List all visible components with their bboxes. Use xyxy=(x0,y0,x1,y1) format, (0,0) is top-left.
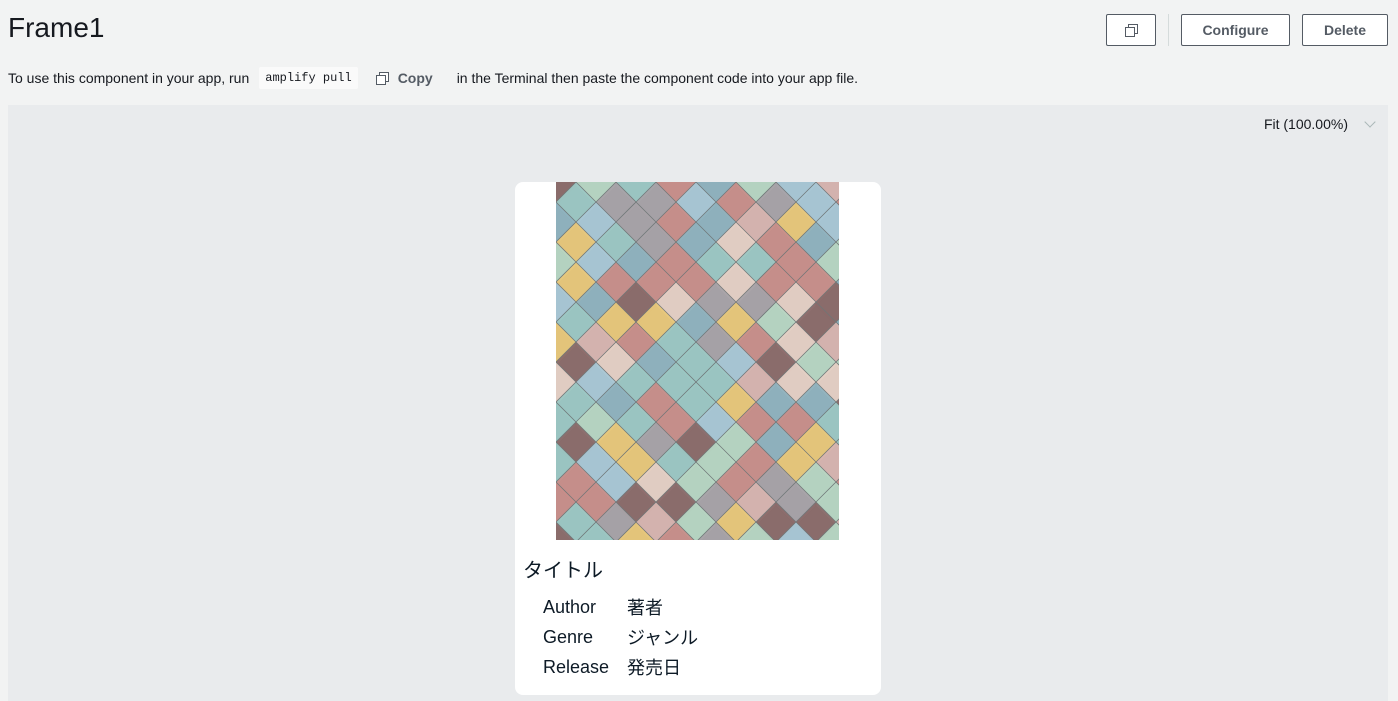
actions-divider xyxy=(1168,14,1169,46)
card-title: タイトル xyxy=(523,558,603,582)
release-label: Release xyxy=(543,656,610,677)
chevron-down-icon xyxy=(1364,115,1376,128)
meta-row-genre: Genre ジャンル xyxy=(543,622,698,652)
tile-pattern-image xyxy=(556,182,839,540)
duplicate-button[interactable] xyxy=(1106,14,1156,46)
component-card: タイトル Author 著者 Genre ジャンル Release 発売日 xyxy=(515,182,881,695)
genre-label: Genre xyxy=(543,626,594,647)
release-value: 発売日 xyxy=(627,658,681,679)
usage-hint: To use this component in your app, run a… xyxy=(8,66,858,90)
hint-text-before: To use this component in your app, run xyxy=(8,70,250,86)
zoom-label: Fit (100.00%) xyxy=(1263,116,1348,132)
configure-button[interactable]: Configure xyxy=(1181,14,1290,46)
delete-button[interactable]: Delete xyxy=(1302,14,1388,46)
duplicate-icon xyxy=(1125,24,1138,37)
header-actions: Configure Delete xyxy=(1106,14,1388,46)
card-image xyxy=(556,182,839,540)
header: Frame1 Configure Delete xyxy=(0,0,1398,60)
meta-row-release: Release 発売日 xyxy=(543,652,698,682)
author-value: 著者 xyxy=(627,598,663,619)
command-code: amplify pull xyxy=(259,67,358,89)
hint-text-after: in the Terminal then paste the component… xyxy=(456,70,859,86)
zoom-select[interactable]: Fit (100.00%) xyxy=(1263,115,1376,132)
copy-icon xyxy=(375,72,389,85)
page-title: Frame1 xyxy=(8,12,105,43)
copy-label: Copy xyxy=(397,70,433,86)
genre-value: ジャンル xyxy=(627,628,699,649)
author-label: Author xyxy=(543,596,597,617)
meta-row-author: Author 著者 xyxy=(543,592,698,622)
card-meta: Author 著者 Genre ジャンル Release 発売日 xyxy=(543,592,698,682)
copy-command-button[interactable]: Copy xyxy=(375,70,433,86)
preview-canvas: Fit (100.00%) タイトル Author 著者 Genre ジャンル … xyxy=(8,105,1388,701)
